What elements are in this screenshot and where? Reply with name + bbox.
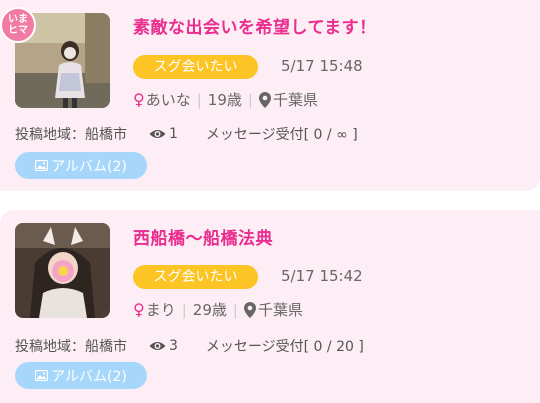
profile-info: ♀ あいな | 19歳 | 千葉県 — [133, 89, 318, 110]
female-icon: ♀ — [133, 90, 145, 109]
user-name: あいな — [145, 91, 191, 109]
album-button[interactable]: アルバム(2) — [15, 152, 147, 179]
image-icon — [35, 370, 49, 381]
eye-icon — [149, 342, 166, 350]
view-count-value: 1 — [169, 126, 178, 142]
view-count: 1 — [149, 126, 178, 142]
view-count: 3 — [149, 338, 178, 354]
user-age: 29歳 — [192, 301, 227, 319]
post-area: 投稿地域：船橋市 — [15, 339, 127, 355]
album-label: アルバム(2) — [51, 368, 127, 385]
badge-line-1: いま — [8, 14, 28, 25]
user-prefecture: 千葉県 — [257, 301, 303, 319]
post-card[interactable]: 西船橋～船橋法典 スグ会いたい 5/17 15:42 ♀ まり | 29歳 | … — [0, 210, 540, 403]
post-title[interactable]: 素敵な出会いを希望してます！ — [133, 13, 377, 38]
status-badge: スグ会いたい — [133, 55, 258, 79]
post-area: 投稿地域：船橋市 — [15, 127, 127, 143]
view-count-value: 3 — [169, 338, 178, 354]
separator: | — [232, 300, 238, 319]
map-pin-icon — [258, 91, 271, 108]
ima-hima-badge: いま ヒマ — [0, 7, 36, 43]
status-badge: スグ会いたい — [133, 265, 258, 289]
post-title[interactable]: 西船橋～船橋法典 — [133, 224, 273, 249]
profile-info: ♀ まり | 29歳 | 千葉県 — [133, 299, 303, 320]
separator: | — [196, 90, 202, 109]
profile-photo[interactable] — [15, 223, 110, 318]
post-meta: 投稿地域：船橋市 1 メッセージ受付[ 0 / ∞ ] — [15, 124, 358, 144]
female-icon: ♀ — [133, 300, 145, 319]
separator: | — [181, 300, 187, 319]
post-time: 5/17 15:48 — [281, 57, 363, 75]
user-age: 19歳 — [207, 91, 242, 109]
album-button[interactable]: アルバム(2) — [15, 362, 147, 389]
image-icon — [35, 160, 49, 171]
message-accept: メッセージ受付[ 0 / ∞ ] — [205, 127, 358, 143]
post-card[interactable]: いま ヒマ 素敵な出会いを希望してます！ スグ会いたい 5/17 15:48 ♀… — [0, 0, 540, 191]
badge-line-2: ヒマ — [8, 25, 28, 36]
post-meta: 投稿地域：船橋市 3 メッセージ受付[ 0 / 20 ] — [15, 336, 364, 356]
album-label: アルバム(2) — [51, 158, 127, 175]
message-accept: メッセージ受付[ 0 / 20 ] — [205, 339, 364, 355]
user-prefecture: 千葉県 — [272, 91, 318, 109]
map-pin-icon — [243, 301, 256, 318]
separator: | — [247, 90, 253, 109]
user-name: まり — [145, 301, 176, 319]
eye-icon — [149, 130, 166, 138]
post-time: 5/17 15:42 — [281, 267, 363, 285]
